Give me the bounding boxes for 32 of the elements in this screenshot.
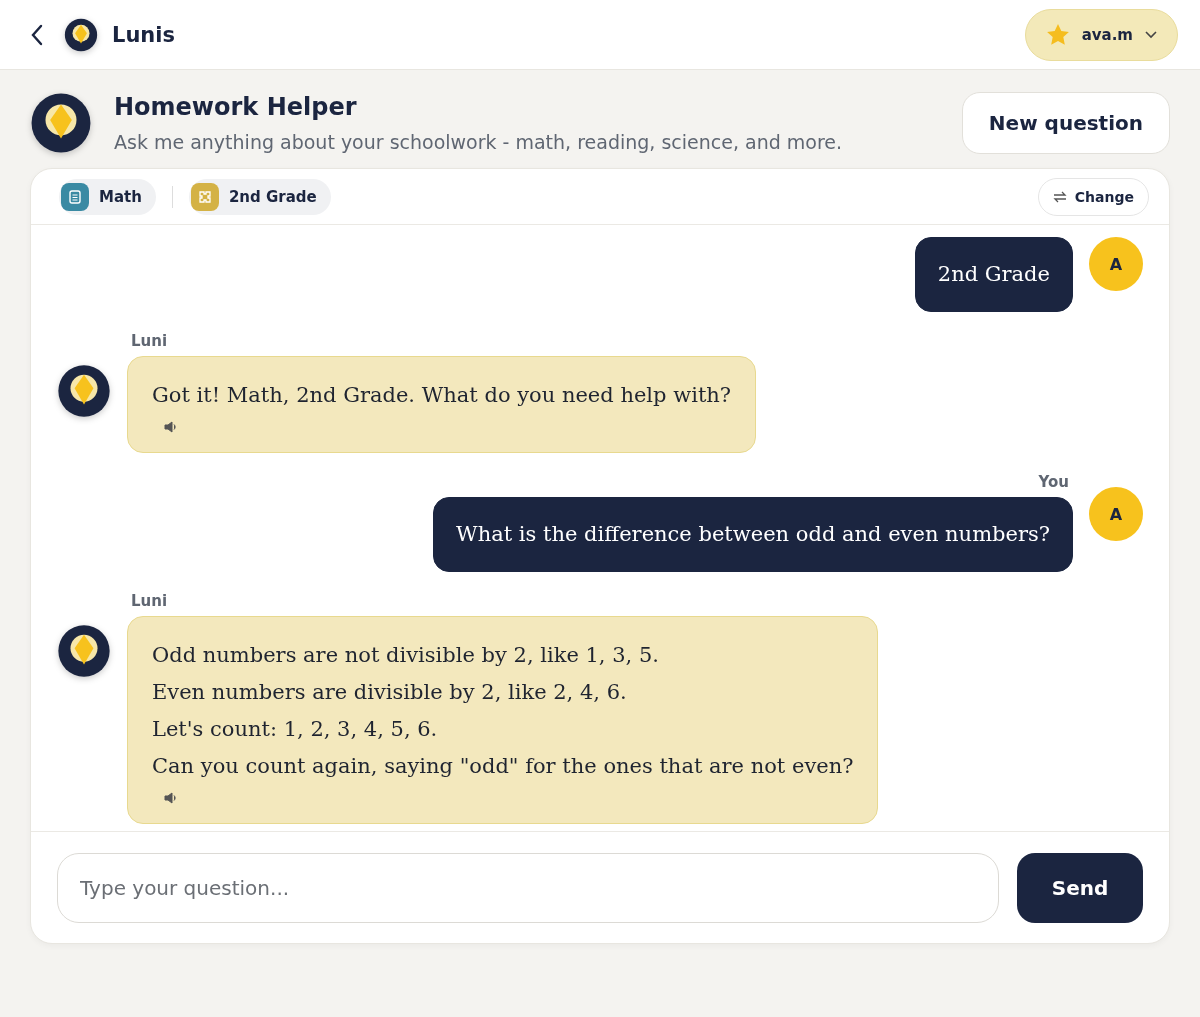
new-question-button[interactable]: New question: [961, 92, 1170, 154]
message-text: What is the difference between odd and even numbers?: [456, 521, 1050, 548]
back-icon[interactable]: [30, 23, 44, 46]
speaker-icon[interactable]: [164, 791, 178, 805]
chevron-down-icon: [1145, 30, 1157, 39]
sender-name: Luni: [130, 592, 169, 610]
user-avatar: A: [1089, 237, 1143, 291]
speaker-icon[interactable]: [164, 420, 178, 434]
brand-name: Lunis: [112, 22, 175, 47]
logo-icon: [30, 92, 92, 154]
sender-name: Luni: [130, 332, 169, 350]
star-icon: [1045, 22, 1070, 47]
message-text: Let's count: 1, 2, 3, 4, 5, 6.: [152, 716, 439, 743]
message-text: Got it! Math, 2nd Grade. What do you need help with?: [152, 382, 732, 409]
user-menu-button[interactable]: ava.m: [1024, 8, 1178, 61]
message-text: Odd numbers are not divisible by 2, like 1, 3, 5.: [152, 642, 660, 669]
context-chip[interactable]: Math: [59, 178, 156, 215]
send-button[interactable]: Send: [1017, 852, 1143, 923]
swap-icon: [1052, 190, 1067, 203]
logo-icon: [57, 624, 111, 678]
page-subtitle: Ask me anything about your schoolwork - math, reading, science, and more.: [114, 131, 844, 153]
logo-icon: [57, 364, 111, 418]
message-text: Even numbers are divisible by 2, like 2, 4, 6.: [152, 679, 628, 706]
question-input-field[interactable]: Type your question...: [57, 852, 999, 923]
sender-name: You: [1037, 473, 1070, 491]
user-avatar: A: [1089, 487, 1143, 541]
change-button[interactable]: Change: [1037, 177, 1149, 216]
logo-icon: [64, 17, 98, 52]
message-text: Can you count again, saying "odd" for the ones that are not even?: [152, 753, 854, 780]
page-title: Homework Helper: [114, 93, 358, 121]
context-chip[interactable]: 2nd Grade: [188, 178, 331, 215]
message-text: 2nd Grade: [937, 261, 1050, 288]
